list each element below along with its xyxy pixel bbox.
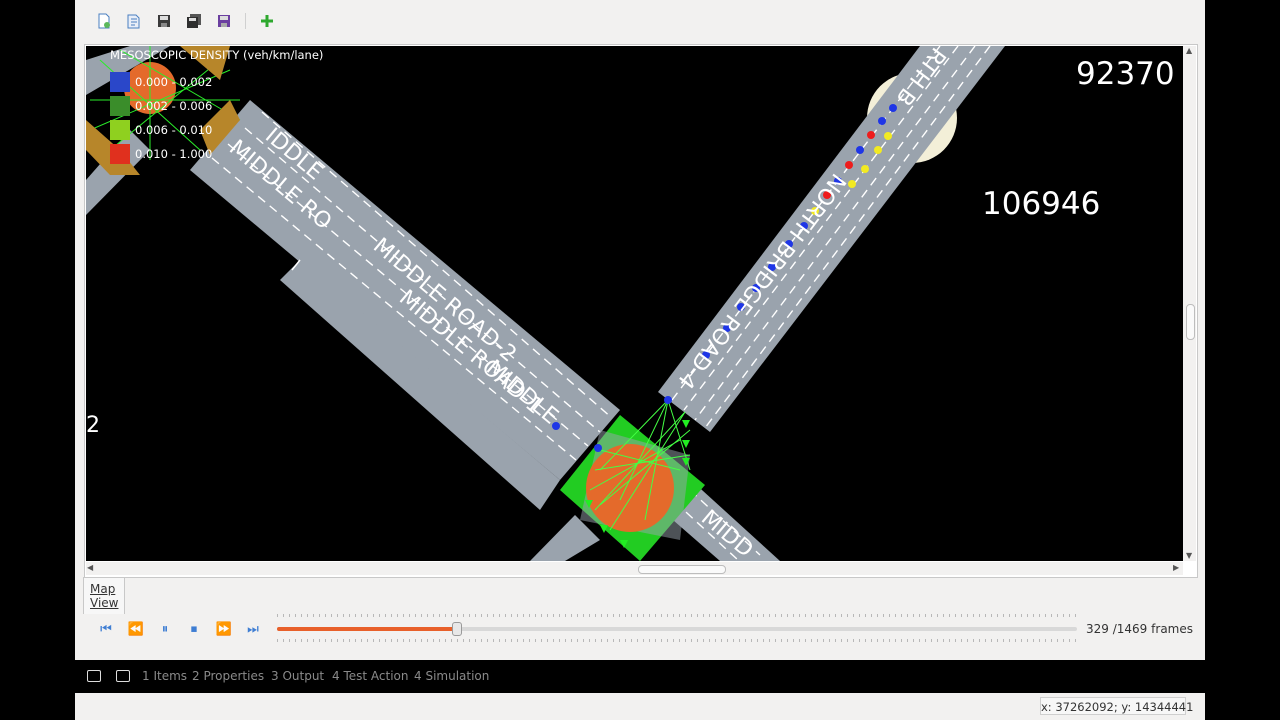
legend-swatch (110, 96, 130, 116)
scroll-up-icon[interactable]: ▲ (1186, 46, 1192, 55)
toolbar-separator (245, 13, 246, 29)
map-canvas[interactable]: MIDDLE ROAD-2 MIDDLE ROAD-1 MIDDLE MIDDL… (86, 46, 1183, 561)
skip-to-end-button[interactable]: ⏭ (243, 620, 263, 638)
frame-slider-handle[interactable] (452, 622, 463, 636)
playback-controls: ⏮ ⏪ ⏸ ⏹ ⏩ ⏭ 329 /1469 frames (96, 612, 1196, 646)
legend-swatch (110, 72, 130, 92)
total-frames: /1469 (1112, 622, 1148, 636)
frame-slider[interactable] (277, 622, 1077, 636)
add-button[interactable] (256, 10, 278, 32)
pause-button[interactable]: ⏸ (155, 620, 175, 638)
legend-row: 0.006 - 0.010 (110, 120, 220, 140)
legend-swatch (110, 120, 130, 140)
north-bridge-road[interactable] (658, 46, 1005, 432)
scroll-right-icon[interactable]: ▶ (1173, 563, 1179, 572)
skip-to-start-icon: ⏮ (100, 621, 112, 637)
slider-ticks-top (277, 614, 1077, 617)
save-as-button[interactable] (213, 10, 235, 32)
pause-icon: ⏸ (161, 621, 169, 637)
vertical-scrollbar[interactable]: ▲ ▼ (1183, 46, 1196, 561)
dock-tabs: 1 Items 2 Properties 3 Output 4 Test Act… (75, 660, 1205, 693)
vertical-scroll-thumb[interactable] (1186, 304, 1195, 340)
fast-forward-icon: ⏩ (215, 621, 233, 637)
legend-row: 0.002 - 0.006 (110, 96, 220, 116)
new-file-icon (98, 13, 110, 29)
current-frame: 329 (1086, 622, 1109, 636)
save-all-button[interactable] (183, 10, 205, 32)
open-file-button[interactable] (123, 10, 145, 32)
slider-ticks-bottom (277, 639, 1077, 642)
legend-swatch (110, 144, 130, 164)
road-label-edge-left: 2 (86, 413, 100, 438)
dock-tab-properties[interactable]: 2 Properties (192, 669, 264, 683)
save-icon (158, 15, 170, 27)
frames-unit: frames (1151, 622, 1193, 636)
horizontal-scrollbar[interactable]: ◀ ▶ (86, 562, 1183, 575)
save-all-icon (187, 14, 201, 28)
dock-tab-simulation[interactable]: 4 Simulation (414, 669, 489, 683)
stop-button[interactable]: ⏹ (184, 620, 204, 638)
legend-range-label: 0.006 - 0.010 (135, 123, 213, 137)
scroll-left-icon[interactable]: ◀ (87, 563, 93, 572)
chat-icon[interactable] (87, 670, 101, 682)
toolbar (75, 4, 1223, 38)
skip-to-start-button[interactable]: ⏮ (96, 620, 116, 638)
dock-tab-output[interactable]: 3 Output (271, 669, 324, 683)
count-label-top-right: 92370 (1076, 56, 1175, 92)
rewind-button[interactable]: ⏪ (126, 620, 146, 638)
frame-counter: 329 /1469 frames (1086, 622, 1193, 636)
tab-map-view[interactable]: Map View (83, 577, 126, 614)
save-as-icon (218, 15, 230, 27)
horizontal-scroll-thumb[interactable] (638, 565, 726, 574)
map-svg: MIDDLE ROAD-2 MIDDLE ROAD-1 MIDDLE MIDDL… (86, 46, 1005, 561)
fullscreen-icon[interactable] (116, 670, 130, 682)
skip-to-end-icon: ⏭ (247, 621, 259, 637)
fast-forward-button[interactable]: ⏩ (214, 620, 234, 638)
legend-title: MESOSCOPIC DENSITY (veh/km/lane) (110, 48, 324, 62)
open-file-icon (127, 14, 140, 29)
stop-icon: ⏹ (190, 621, 198, 637)
new-file-button[interactable] (93, 10, 115, 32)
legend-range-label: 0.002 - 0.006 (135, 99, 213, 113)
rewind-icon: ⏪ (127, 621, 145, 637)
scroll-down-icon[interactable]: ▼ (1186, 551, 1192, 560)
coordinates-readout: x: 37262092; y: 14344441 (1040, 697, 1193, 715)
legend-range-label: 0.000 - 0.002 (135, 75, 213, 89)
dock-tab-test-action[interactable]: 4 Test Action (332, 669, 408, 683)
legend-range-label: 0.010 - 1.000 (135, 147, 213, 161)
legend-row: 0.000 - 0.002 (110, 72, 220, 92)
save-button[interactable] (153, 10, 175, 32)
add-icon (261, 15, 273, 27)
count-label-right: 106946 (982, 186, 1101, 222)
legend-row: 0.010 - 1.000 (110, 144, 220, 164)
frame-slider-fill (277, 627, 457, 631)
dock-tab-items[interactable]: 1 Items (142, 669, 187, 683)
